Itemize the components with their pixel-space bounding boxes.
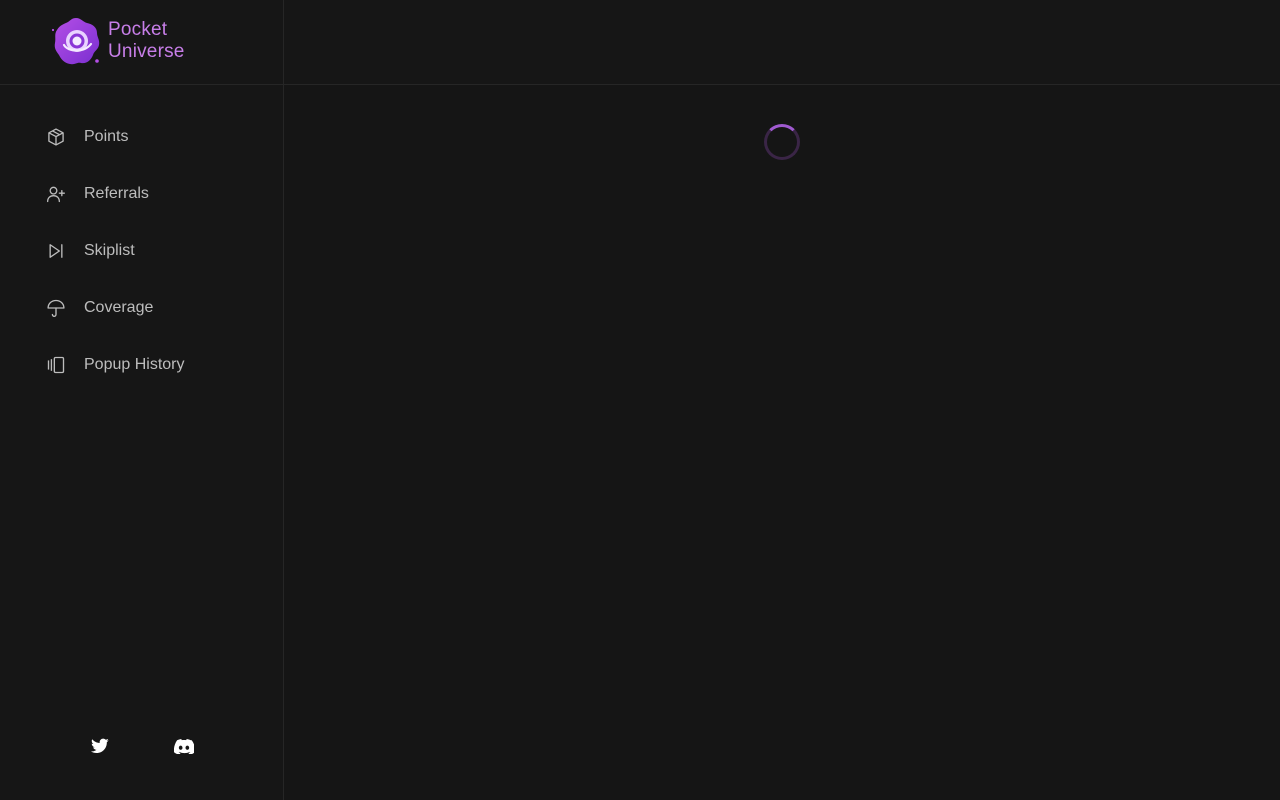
twitter-icon [91, 738, 109, 753]
sidebar-item-referrals[interactable]: Referrals [40, 174, 260, 214]
twitter-link[interactable] [84, 730, 116, 762]
sidebar-item-popup-history[interactable]: Popup History [40, 345, 260, 385]
user-plus-icon [44, 182, 68, 206]
brand-name-line-2: Universe [108, 41, 185, 62]
skip-forward-icon [44, 239, 68, 263]
top-bar [284, 0, 1280, 85]
sidebar-item-skiplist[interactable]: Skiplist [40, 231, 260, 271]
brand-name: Pocket Universe [108, 19, 185, 63]
cube-icon [44, 125, 68, 149]
sidebar-item-label: Points [84, 128, 129, 145]
sidebar-item-coverage[interactable]: Coverage [40, 288, 260, 328]
sidebar-item-points[interactable]: Points [40, 117, 260, 157]
app-root: Pocket Universe Points Referrals Skiplis… [0, 0, 1280, 800]
brand-name-line-1: Pocket [108, 19, 168, 40]
sidebar-item-label: Referrals [84, 185, 149, 202]
main-content [284, 85, 1280, 800]
gallery-icon [44, 353, 68, 377]
umbrella-icon [44, 296, 68, 320]
sidebar: Pocket Universe Points Referrals Skiplis… [0, 0, 284, 800]
sidebar-item-label: Popup History [84, 356, 185, 373]
brand-header: Pocket Universe [0, 0, 283, 85]
loading-spinner-icon [764, 124, 800, 160]
sidebar-item-label: Skiplist [84, 242, 135, 259]
sidebar-item-label: Coverage [84, 299, 154, 316]
pocket-universe-logo[interactable] [50, 15, 102, 67]
social-links [0, 730, 283, 762]
discord-link[interactable] [168, 730, 200, 762]
discord-icon [174, 738, 194, 754]
